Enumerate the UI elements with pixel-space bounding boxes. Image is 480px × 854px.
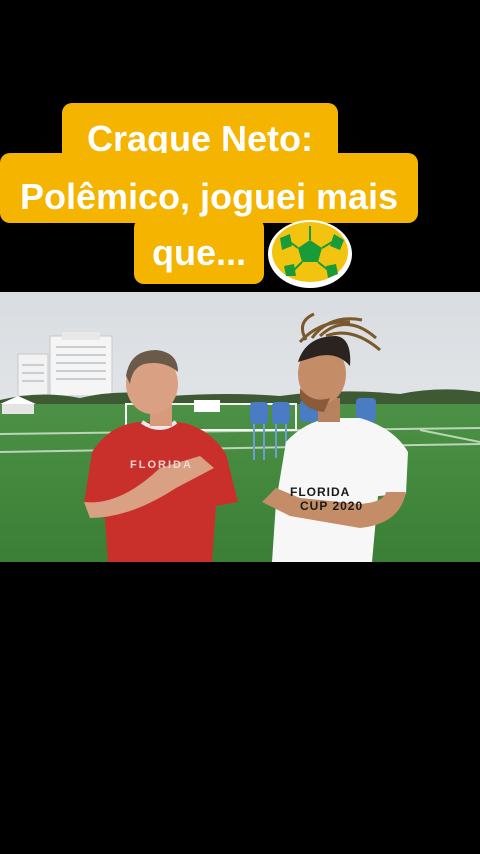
shirt-text-right-1: FLORIDA xyxy=(290,485,350,499)
caption-line-2: Polêmico, joguei mais xyxy=(0,153,418,223)
caption-line-3: que... xyxy=(134,218,264,284)
video-frame[interactable]: FLORIDA FLORIDA CUP 2020 xyxy=(0,292,480,562)
shirt-text-left: FLORIDA xyxy=(130,459,193,471)
soccer-ball-icon xyxy=(268,220,352,288)
video-scene: FLORIDA FLORIDA CUP 2020 xyxy=(0,292,480,562)
shirt-text-right-2: CUP 2020 xyxy=(300,499,363,513)
